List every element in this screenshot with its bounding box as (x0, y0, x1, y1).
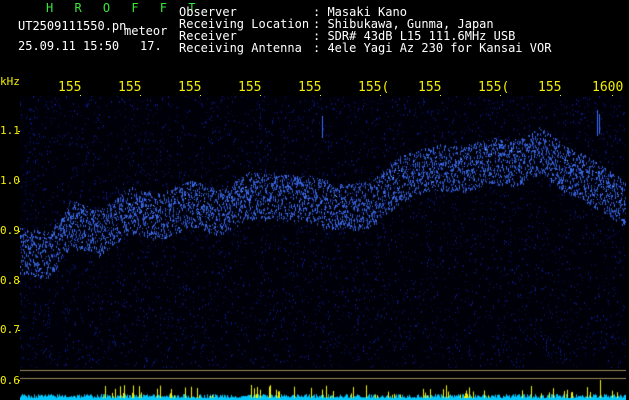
x-tick-9: 155 (538, 80, 562, 95)
x-tick-6: 155( (358, 80, 390, 95)
x-tick-10: 1600 (592, 80, 624, 95)
filename: UT2509111550.pn (18, 19, 127, 33)
y-unit-label: kHz (0, 75, 20, 88)
x-tick-3: 155 (178, 80, 202, 95)
signal-level-strip (20, 368, 626, 400)
y-tick-0-9: 0.9 (0, 224, 20, 237)
x-tick-5: 155 (298, 80, 322, 95)
antenna-value: : 4ele Yagi Az 230 for Kansai VOR (313, 41, 552, 55)
file-suffix: meteor (124, 24, 168, 38)
y-tick-1-0: 1.0 (0, 174, 20, 187)
datetime: 25.09.11 15:50 (18, 39, 120, 53)
y-tick-1-1: 1.1 (0, 124, 20, 137)
x-tick-4: 155 (238, 80, 262, 95)
header: H R O F F T UT2509111550.pn meteor 25.09… (0, 0, 629, 74)
x-tick-1: 155 (58, 80, 82, 95)
x-tick-2: 155 (118, 80, 142, 95)
y-tick-0-6: 0.6 (0, 374, 20, 387)
y-tick-0-7: 0.7 (0, 323, 20, 336)
x-tick-7: 155 (418, 80, 442, 95)
antenna-label: Receiving Antenna (179, 41, 302, 55)
spectrogram (20, 96, 626, 400)
x-tick-8: 155( (478, 80, 510, 95)
count: 17. (140, 39, 162, 53)
y-tick-0-8: 0.8 (0, 274, 20, 287)
